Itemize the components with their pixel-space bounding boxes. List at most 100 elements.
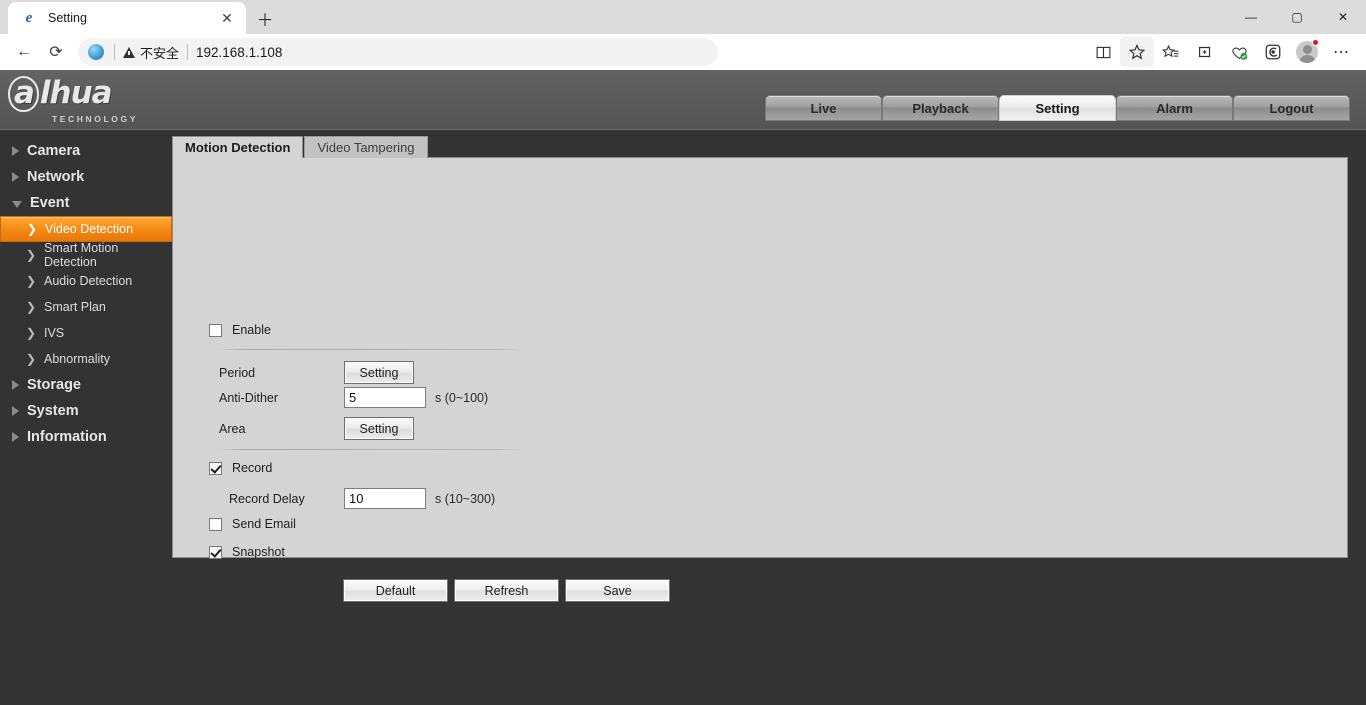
- browser-toolbar: ← ⟳ 不安全 192.168.1.108 ⋯: [0, 34, 1366, 70]
- area-setting-button[interactable]: Setting: [344, 417, 414, 440]
- browser-tab-title: Setting: [48, 11, 87, 25]
- security-warning[interactable]: 不安全: [123, 43, 179, 62]
- divider: [114, 44, 115, 60]
- window-controls: — ▢ ✕: [1228, 0, 1366, 34]
- anti-dither-label: Anti-Dither: [219, 390, 279, 405]
- record-delay-hint: s (10~300): [435, 491, 496, 506]
- send-email-row: Send Email: [209, 517, 296, 531]
- chevron-down-icon: [12, 201, 22, 208]
- sidebar-item-system[interactable]: System: [0, 398, 172, 424]
- browser-tab[interactable]: e Setting ✕: [8, 2, 246, 34]
- tab-motion-detection[interactable]: Motion Detection: [172, 136, 304, 158]
- sidebar-item-network[interactable]: Network: [0, 164, 172, 190]
- sidebar-item-storage[interactable]: Storage: [0, 372, 172, 398]
- sidebar-item-smart-plan[interactable]: ❯ Smart Plan: [0, 294, 172, 320]
- device-web-ui: a lhua TECHNOLOGY Live Playback Setting A…: [0, 70, 1366, 705]
- sidebar-item-label: Camera: [27, 143, 81, 159]
- copilot-icon[interactable]: [1256, 37, 1290, 67]
- save-button[interactable]: Save: [565, 579, 670, 602]
- split-screen-icon[interactable]: [1086, 37, 1120, 67]
- sidebar-item-label: Abnormality: [44, 352, 110, 366]
- window-close-icon[interactable]: ✕: [1320, 0, 1366, 34]
- record-delay-input[interactable]: [344, 488, 426, 509]
- send-email-checkbox[interactable]: [209, 517, 222, 531]
- area-label: Area: [219, 421, 246, 436]
- anti-dither-input[interactable]: [344, 387, 426, 408]
- sidebar-item-information[interactable]: Information: [0, 424, 172, 450]
- topnav-item-playback[interactable]: Playback: [882, 95, 999, 121]
- sidebar-item-label: Network: [27, 169, 85, 185]
- avatar[interactable]: [1290, 37, 1324, 67]
- chevron-right-icon: [12, 172, 19, 182]
- edge-e-icon: e: [25, 9, 33, 26]
- period-setting-button[interactable]: Setting: [344, 361, 414, 384]
- favorite-star-icon[interactable]: [1120, 37, 1154, 67]
- chevron-right-icon: [12, 406, 19, 416]
- record-row: Record: [209, 461, 272, 475]
- divider: [187, 44, 189, 60]
- anti-dither-hint: s (0~100): [435, 390, 489, 405]
- reload-icon[interactable]: ⟳: [40, 37, 72, 67]
- refresh-button[interactable]: Refresh: [454, 579, 559, 602]
- url-text: 192.168.1.108: [196, 44, 283, 60]
- content-tabbar: Motion Detection Video Tampering: [172, 136, 428, 158]
- sidebar-item-ivs[interactable]: ❯ IVS: [0, 320, 172, 346]
- motion-detection-form: Enable Period Setting Anti-Dither s (0~1…: [173, 158, 1347, 602]
- sidebar-item-video-detection[interactable]: ❯ Video Detection: [0, 216, 172, 242]
- sidebar-item-camera[interactable]: Camera: [0, 138, 172, 164]
- send-email-label: Send Email: [232, 517, 296, 531]
- chevron-right-icon: ❯: [26, 352, 37, 366]
- snapshot-label: Snapshot: [232, 545, 285, 559]
- favorites-list-icon[interactable]: [1154, 37, 1188, 67]
- chevron-right-icon: ❯: [26, 248, 37, 262]
- snapshot-row: Snapshot: [209, 545, 285, 559]
- device-topnav: Live Playback Setting Alarm Logout: [765, 95, 1350, 121]
- sidebar-item-label: Smart Plan: [44, 300, 106, 314]
- sidebar-item-audio-detection[interactable]: ❯ Audio Detection: [0, 268, 172, 294]
- topnav-item-logout[interactable]: Logout: [1233, 95, 1350, 121]
- maximize-icon[interactable]: ▢: [1274, 0, 1320, 34]
- back-icon[interactable]: ←: [8, 37, 40, 67]
- logo-wordmark: a lhua: [8, 76, 160, 112]
- topnav-item-live[interactable]: Live: [765, 95, 882, 121]
- content-panel: Enable Period Setting Anti-Dither s (0~1…: [172, 157, 1348, 602]
- default-button[interactable]: Default: [343, 579, 448, 602]
- device-body: Camera Network Event ❯ Video Detection ❯…: [0, 130, 1366, 705]
- sidebar-item-label: Event: [30, 195, 70, 211]
- close-icon[interactable]: ✕: [216, 7, 238, 29]
- record-checkbox[interactable]: [209, 461, 222, 475]
- topnav-item-alarm[interactable]: Alarm: [1116, 95, 1233, 121]
- sidebar-item-label: Information: [27, 429, 107, 445]
- sidebar: Camera Network Event ❯ Video Detection ❯…: [0, 130, 172, 705]
- sidebar-item-event[interactable]: Event: [0, 190, 172, 216]
- chevron-right-icon: [12, 146, 19, 156]
- address-bar[interactable]: 不安全 192.168.1.108: [78, 38, 718, 66]
- enable-checkbox[interactable]: [209, 323, 222, 337]
- sidebar-item-abnormality[interactable]: ❯ Abnormality: [0, 346, 172, 372]
- record-delay-label: Record Delay: [229, 491, 305, 506]
- sidebar-item-smart-motion-detection[interactable]: ❯ Smart Motion Detection: [0, 241, 172, 269]
- sidebar-item-label: Audio Detection: [44, 274, 133, 288]
- area-row: Area Setting: [219, 417, 414, 440]
- divider: [219, 349, 521, 350]
- browser-essentials-icon[interactable]: [1222, 37, 1256, 67]
- collections-icon[interactable]: [1188, 37, 1222, 67]
- logo-letters-rest: lhua: [39, 75, 113, 112]
- divider: [219, 449, 521, 450]
- topnav-item-setting[interactable]: Setting: [999, 95, 1116, 121]
- new-tab-button[interactable]: ＋: [252, 5, 278, 31]
- snapshot-checkbox[interactable]: [209, 545, 222, 559]
- globe-icon: [88, 44, 104, 60]
- dahua-logo: a lhua TECHNOLOGY: [8, 76, 160, 124]
- logo-letter-a: a: [8, 76, 39, 112]
- chevron-right-icon: [12, 432, 19, 442]
- security-label: 不安全: [140, 45, 180, 61]
- minimize-icon[interactable]: —: [1228, 0, 1274, 34]
- more-options-icon[interactable]: ⋯: [1324, 37, 1358, 67]
- tab-video-tampering[interactable]: Video Tampering: [304, 136, 428, 158]
- chevron-right-icon: ❯: [26, 300, 37, 314]
- chevron-right-icon: [12, 380, 19, 390]
- sidebar-item-label: IVS: [44, 326, 65, 340]
- period-label: Period: [219, 365, 256, 380]
- record-label: Record: [232, 461, 273, 475]
